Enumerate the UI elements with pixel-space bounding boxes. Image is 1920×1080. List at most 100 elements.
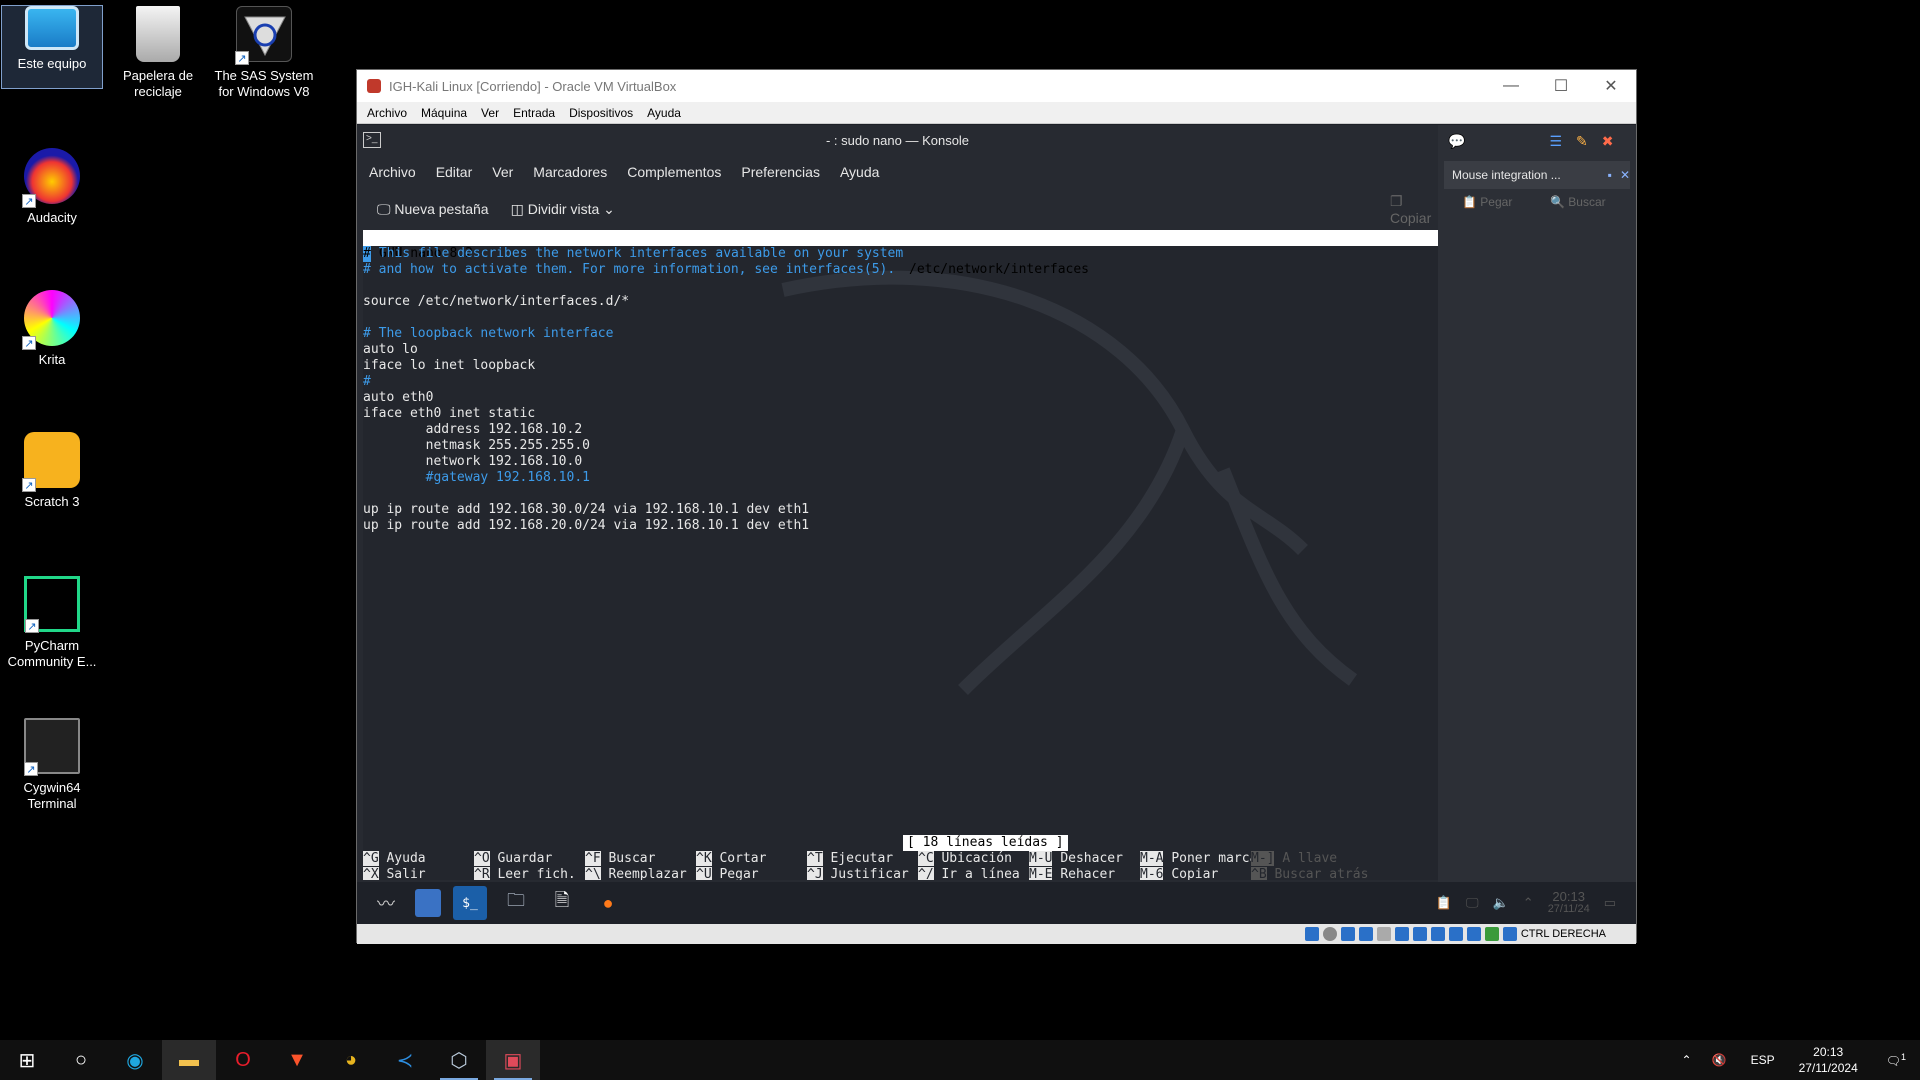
- vbox-title-bar[interactable]: IGH-Kali Linux [Corriendo] - Oracle VM V…: [357, 70, 1636, 102]
- sort-icon[interactable]: ☰: [1549, 133, 1562, 150]
- terminal-taskbar-icon[interactable]: $_: [453, 886, 487, 920]
- vbox-menu-dispositivos[interactable]: Dispositivos: [569, 106, 633, 120]
- start-button[interactable]: ⊞: [0, 1040, 54, 1080]
- nano-line[interactable]: # The loopback network interface: [363, 326, 1438, 342]
- notification-info-icon[interactable]: ▪: [1608, 168, 1612, 182]
- desktop-icon-este-equipo[interactable]: Este equipo: [1, 5, 103, 89]
- nano-line[interactable]: address 192.168.10.2: [363, 422, 1438, 438]
- desktop-icon-pycharm[interactable]: ↗ PyCharm Community E...: [2, 576, 102, 670]
- clipboard-icon[interactable]: 📋: [1436, 895, 1452, 911]
- virtualbox-vm-taskbar-button[interactable]: ▣: [486, 1040, 540, 1080]
- konsole-menu-complementos[interactable]: Complementos: [627, 164, 721, 180]
- konsole-menu-ver[interactable]: Ver: [492, 164, 513, 180]
- kali-menu-icon[interactable]: 〰: [369, 886, 403, 920]
- nano-line[interactable]: auto eth0: [363, 390, 1438, 406]
- volume-icon[interactable]: 🔈: [1493, 895, 1509, 911]
- notification-center-icon[interactable]: 💬: [1448, 133, 1465, 150]
- kali-time: 20:13: [1552, 889, 1585, 904]
- nano-line[interactable]: up ip route add 192.168.30.0/24 via 192.…: [363, 502, 1438, 518]
- desktop-icon-audacity[interactable]: ↗ Audacity: [2, 148, 102, 226]
- input-language[interactable]: ESP: [1741, 1053, 1785, 1067]
- text-editor-icon[interactable]: 🗎: [545, 886, 579, 920]
- virtualbox-manager-taskbar-button[interactable]: ⬡: [432, 1040, 486, 1080]
- nano-editor-content[interactable]: # This file describes the network interf…: [363, 246, 1438, 534]
- chrome-taskbar-button[interactable]: ◕: [324, 1040, 378, 1080]
- chevron-up-icon[interactable]: ⌃: [1676, 1053, 1698, 1067]
- terminal-area[interactable]: GNU nano 8.2 /etc/network/interfaces # T…: [363, 230, 1438, 880]
- search-button[interactable]: ○: [54, 1040, 108, 1080]
- nano-line[interactable]: network 192.168.10.0: [363, 454, 1438, 470]
- desktop-icon-scratch[interactable]: ↗ Scratch 3: [2, 432, 102, 510]
- konsole-menu-ayuda[interactable]: Ayuda: [840, 164, 879, 180]
- nano-line[interactable]: up ip route add 192.168.20.0/24 via 192.…: [363, 518, 1438, 534]
- nano-line[interactable]: source /etc/network/interfaces.d/*: [363, 294, 1438, 310]
- show-desktop-icon[interactable]: ▭: [1604, 895, 1616, 911]
- konsole-menu-archivo[interactable]: Archivo: [369, 164, 416, 180]
- nano-line[interactable]: netmask 255.255.255.0: [363, 438, 1438, 454]
- hard-disk-icon[interactable]: [1304, 927, 1319, 941]
- desktop-icon-sas[interactable]: ↗ The SAS System for Windows V8: [214, 6, 314, 100]
- nano-shortcut: ^K Cortar: [696, 851, 766, 867]
- nano-shortcut-label: Ayuda: [386, 851, 426, 866]
- workspace-icon[interactable]: [415, 889, 441, 917]
- notification-center-button[interactable]: 🗨1: [1872, 1052, 1920, 1068]
- opera-taskbar-button[interactable]: O: [216, 1040, 270, 1080]
- nano-line[interactable]: [363, 486, 1438, 502]
- file-manager-icon[interactable]: 🗀: [499, 886, 533, 920]
- file-explorer-taskbar-button[interactable]: ▬: [162, 1040, 216, 1080]
- cpu-icon[interactable]: [1448, 927, 1463, 941]
- kali-clock[interactable]: 20:13 27/11/24: [1548, 890, 1590, 916]
- usb-icon[interactable]: [1376, 927, 1391, 941]
- network-icon[interactable]: 🖵: [1466, 895, 1479, 911]
- notification-close-icon[interactable]: ✕: [1620, 168, 1630, 182]
- nano-line[interactable]: # This file describes the network interf…: [363, 246, 1438, 262]
- desktop-icon-cygwin[interactable]: ↗ Cygwin64 Terminal: [2, 718, 102, 812]
- desktop-icon-recycle-bin[interactable]: Papelera de reciclaje: [108, 6, 208, 100]
- network-adapter-icon[interactable]: [1358, 927, 1373, 941]
- vbox-menu-ver[interactable]: Ver: [481, 106, 499, 120]
- vbox-menu-entrada[interactable]: Entrada: [513, 106, 555, 120]
- nano-line[interactable]: [363, 278, 1438, 294]
- maximize-button[interactable]: ☐: [1536, 76, 1586, 96]
- firefox-icon[interactable]: ●: [591, 886, 625, 920]
- desktop-icon-krita[interactable]: ↗ Krita: [2, 290, 102, 368]
- nano-line[interactable]: iface lo inet loopback: [363, 358, 1438, 374]
- nano-line[interactable]: [363, 310, 1438, 326]
- keyboard-capture-icon[interactable]: [1502, 927, 1517, 941]
- volume-muted-icon[interactable]: 🔇: [1698, 1053, 1741, 1067]
- vbox-menu-maquina[interactable]: Máquina: [421, 106, 467, 120]
- guest-additions-icon[interactable]: [1484, 927, 1499, 941]
- display-icon[interactable]: [1412, 927, 1427, 941]
- shared-folders-icon[interactable]: [1394, 927, 1409, 941]
- nano-line[interactable]: auto lo: [363, 342, 1438, 358]
- konsole-menu-preferencias[interactable]: Preferencias: [741, 164, 820, 180]
- vbox-menu-archivo[interactable]: Archivo: [367, 106, 407, 120]
- nano-line[interactable]: #gateway 192.168.10.1: [363, 470, 1438, 486]
- audio-icon[interactable]: [1340, 927, 1355, 941]
- vscode-taskbar-button[interactable]: ≺: [378, 1040, 432, 1080]
- chevron-up-icon[interactable]: ⌃: [1523, 895, 1534, 911]
- pin-icon[interactable]: ✎: [1576, 133, 1588, 150]
- mouse-integration-icon[interactable]: [1466, 927, 1481, 941]
- konsole-title-bar[interactable]: >_ - : sudo nano — Konsole: [357, 125, 1438, 155]
- taskbar-clock[interactable]: 20:13 27/11/2024: [1785, 1044, 1872, 1076]
- nano-line[interactable]: #: [363, 374, 1438, 390]
- konsole-menu-marcadores[interactable]: Marcadores: [533, 164, 607, 180]
- optical-drive-icon[interactable]: [1322, 927, 1337, 941]
- brave-taskbar-button[interactable]: ▼: [270, 1040, 324, 1080]
- minimize-button[interactable]: —: [1486, 77, 1536, 95]
- close-button[interactable]: ✕: [1586, 76, 1636, 96]
- recording-icon[interactable]: [1430, 927, 1445, 941]
- nano-shortcut-label: Buscar atrás: [1274, 867, 1369, 880]
- clear-notifications-icon[interactable]: ✖: [1602, 133, 1614, 150]
- split-view-button[interactable]: ◫ Dividir vista ⌄: [511, 201, 615, 218]
- konsole-menu-editar[interactable]: Editar: [436, 164, 473, 180]
- chrome-icon: ◕: [344, 1048, 358, 1071]
- copy-button[interactable]: ❐ Copiar: [1390, 193, 1438, 226]
- new-tab-button[interactable]: 🖵 Nueva pestaña: [377, 201, 489, 218]
- edge-taskbar-button[interactable]: ◉: [108, 1040, 162, 1080]
- vbox-menu-ayuda[interactable]: Ayuda: [647, 106, 681, 120]
- mouse-integration-notification[interactable]: Mouse integration ... ▪ ✕: [1444, 161, 1630, 189]
- nano-line[interactable]: # and how to activate them. For more inf…: [363, 262, 1438, 278]
- nano-line[interactable]: iface eth0 inet static: [363, 406, 1438, 422]
